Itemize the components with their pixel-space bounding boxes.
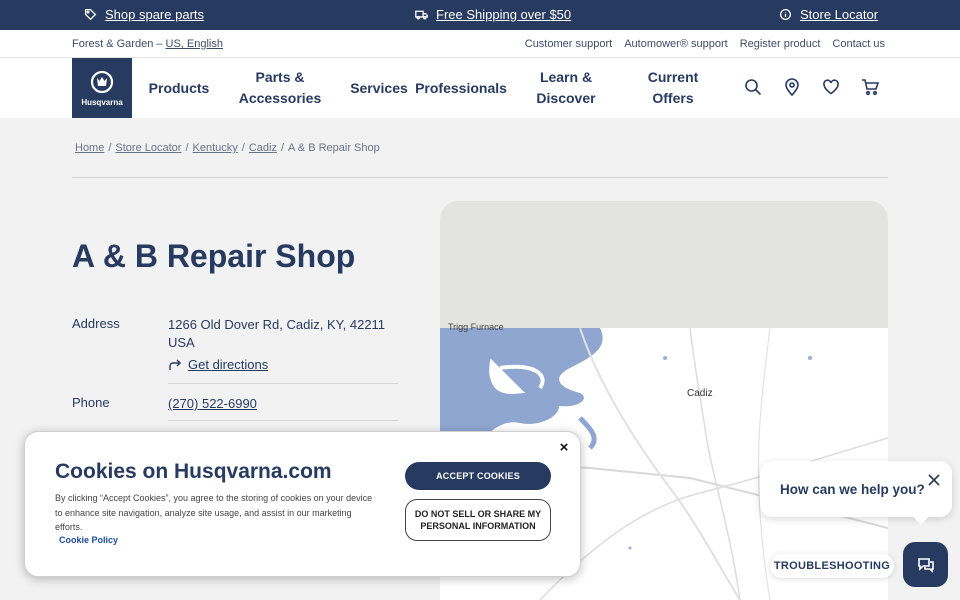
nav-learn-label-1: Learn & [539, 69, 593, 85]
troubleshooting-button[interactable]: TROUBLESHOOTING [770, 554, 894, 578]
cookie-title: Cookies on Husqvarna.com [55, 460, 332, 483]
nav-parts-label-1: Parts & [255, 69, 305, 85]
address-line-2: USA [168, 335, 195, 350]
location-pin-icon [785, 78, 799, 97]
promo-store-locator-label: Store Locator [800, 7, 879, 22]
promo-spare-parts-label: Shop spare parts [105, 7, 205, 22]
search-icon [745, 79, 762, 96]
nav-products-label: Products [148, 79, 210, 96]
troubleshooting-label: TROUBLESHOOTING [773, 560, 891, 572]
breadcrumb-current: A & B Repair Shop [288, 142, 380, 154]
register-product-link[interactable]: Register product [740, 38, 821, 50]
chat-prompt-bubble: How can we help you? [760, 461, 952, 525]
tag-icon [84, 8, 97, 21]
logo-wordmark: Husqvarna [81, 98, 123, 107]
cart-button[interactable] [861, 78, 881, 98]
contact-us-link[interactable]: Contact us [832, 38, 885, 50]
cookie-banner: × Cookies on Husqvarna.com By clicking “… [24, 431, 581, 577]
phone-label: Phone [72, 395, 110, 410]
wishlist-button[interactable] [822, 78, 842, 98]
chat-bubble-tail [912, 515, 930, 525]
address-divider [168, 383, 398, 384]
accept-cookies-label: ACCEPT COOKIES [436, 471, 520, 481]
heart-icon [823, 79, 839, 95]
breadcrumb-cadiz[interactable]: Cadiz [249, 142, 277, 154]
utility-links: Customer support Automower® support Regi… [525, 38, 885, 50]
husqvarna-logo[interactable]: Husqvarna [72, 58, 132, 118]
phone-value-wrap: (270) 522-6990 [168, 395, 257, 413]
address-label: Address [72, 316, 120, 331]
phone-divider [168, 420, 398, 421]
chat-question: How can we help you? [780, 482, 925, 497]
address-line-1: 1266 Old Dover Rd, Cadiz, KY, 42211 [168, 317, 386, 332]
automower-support-link[interactable]: Automower® support [624, 38, 728, 50]
do-not-sell-button[interactable]: DO NOT SELL OR SHARE MY PERSONAL INFORMAT… [405, 499, 551, 541]
do-not-sell-line-2: PERSONAL INFORMATION [420, 521, 536, 531]
promo-store-locator-link[interactable]: Store Locator [779, 7, 878, 22]
utility-bar: Forest & Garden – US, English Customer su… [0, 30, 960, 58]
nav-professionals[interactable]: Professionals [415, 58, 507, 118]
map-label-cadiz: Cadiz [687, 388, 713, 399]
nav-professionals-label: Professionals [415, 79, 507, 96]
segment-selector: Forest & Garden – US, English [72, 38, 223, 50]
address-row: Address 1266 Old Dover Rd, Cadiz, KY, 42… [72, 316, 398, 376]
nav-products[interactable]: Products [146, 58, 212, 118]
promo-bar: Shop spare parts Free Shipping over $50 … [0, 0, 960, 30]
arrow-turn-right-icon [169, 359, 181, 370]
nav-offers-label-1: Current [647, 69, 699, 85]
segment-label: Forest & Garden – [72, 38, 163, 50]
nav-services-label: Services [350, 79, 408, 96]
get-directions-link[interactable]: Get directions [168, 356, 385, 374]
breadcrumb: Home / Store Locator / Kentucky / Cadiz / A & B … [75, 142, 380, 154]
phone-link[interactable]: (270) 522-6990 [168, 396, 257, 411]
store-name: A & B Repair Shop [72, 238, 356, 274]
cookie-policy-link[interactable]: Cookie Policy [59, 535, 118, 545]
nav-learn-discover[interactable]: Learn & Discover [530, 58, 602, 118]
customer-support-link[interactable]: Customer support [525, 38, 612, 50]
nav-parts-label-2: Accessories [238, 90, 322, 106]
language-link[interactable]: US, English [166, 38, 223, 50]
nav-offers-label-2: Offers [652, 90, 694, 106]
crown-logo-icon [90, 70, 114, 94]
close-icon [928, 474, 940, 486]
map-tile-loading [440, 201, 888, 328]
address-value: 1266 Old Dover Rd, Cadiz, KY, 42211 USA … [168, 316, 385, 374]
nav-learn-label-2: Discover [536, 90, 596, 106]
cart-icon [862, 79, 880, 96]
map-label-trigg: Trigg Furnace [448, 322, 504, 332]
nav-services[interactable]: Services [348, 58, 410, 118]
info-icon [779, 8, 792, 21]
chat-launcher-button[interactable] [903, 542, 948, 587]
cookie-description: By clicking “Accept Cookies”, you agree … [55, 493, 373, 532]
promo-spare-parts-link[interactable]: Shop spare parts [84, 7, 204, 22]
phone-row: Phone (270) 522-6990 [72, 395, 398, 415]
chat-icon [917, 557, 934, 573]
chat-prompt-close-button[interactable] [927, 473, 941, 487]
breadcrumb-store-locator[interactable]: Store Locator [115, 142, 181, 154]
accept-cookies-button[interactable]: ACCEPT COOKIES [405, 462, 551, 490]
nav-parts-accessories[interactable]: Parts & Accessories [235, 58, 325, 118]
truck-icon [415, 10, 428, 20]
nav-current-offers[interactable]: Current Offers [640, 58, 706, 118]
store-locator-button[interactable] [783, 78, 803, 98]
do-not-sell-label: DO NOT SELL OR SHARE MY PERSONAL INFORMAT… [415, 508, 541, 532]
breadcrumb-home[interactable]: Home [75, 142, 104, 154]
breadcrumb-divider [72, 177, 888, 178]
search-button[interactable] [744, 78, 764, 98]
do-not-sell-line-1: DO NOT SELL OR SHARE MY [414, 509, 542, 519]
promo-shipping-label: Free Shipping over $50 [436, 7, 572, 22]
main-nav: Husqvarna Products Parts & Accessories S… [0, 58, 960, 118]
promo-shipping-link[interactable]: Free Shipping over $50 [415, 7, 571, 22]
cookie-close-button[interactable]: × [557, 440, 571, 455]
breadcrumb-kentucky[interactable]: Kentucky [193, 142, 238, 154]
get-directions-label: Get directions [188, 357, 269, 372]
